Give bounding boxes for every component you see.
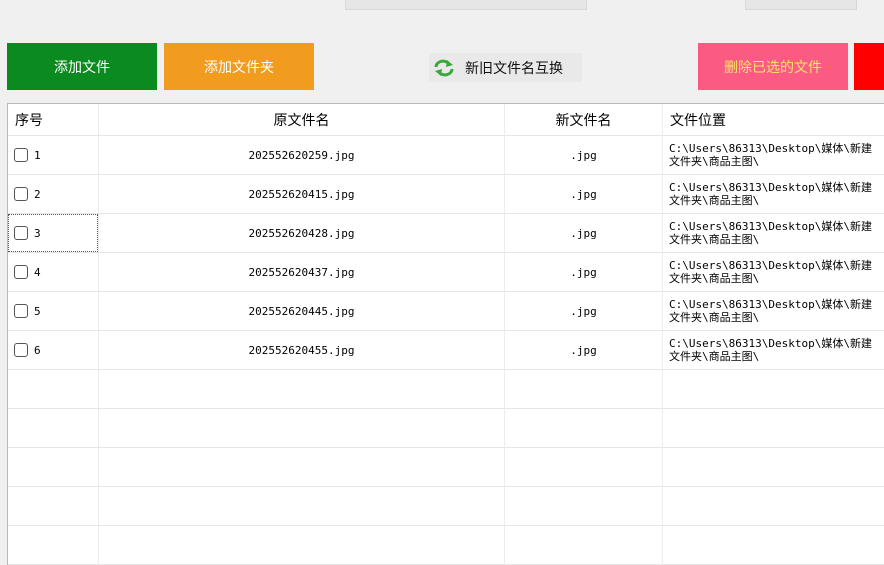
seq-cell[interactable]: 1 xyxy=(8,136,98,174)
original-name-cell: 202552620428.jpg xyxy=(98,214,504,252)
new-name-cell: .jpg xyxy=(504,214,662,252)
empty-cell xyxy=(98,487,504,525)
refresh-swap-icon xyxy=(434,59,454,76)
seq-cell[interactable]: 4 xyxy=(8,253,98,291)
empty-cell xyxy=(8,370,98,408)
seq-number: 1 xyxy=(34,148,41,162)
new-name-cell: .jpg xyxy=(504,331,662,369)
swap-names-label: 新旧文件名互换 xyxy=(465,60,563,77)
empty-cell xyxy=(504,409,662,447)
location-cell: C:\Users\86313\Desktop\媒体\新建文件夹\商品主图\ xyxy=(662,331,884,369)
table-row[interactable]: 1 202552620259.jpg .jpg C:\Users\86313\D… xyxy=(8,136,884,175)
empty-table-row xyxy=(8,448,884,487)
seq-number: 4 xyxy=(34,265,41,279)
column-header-location[interactable]: 文件位置 xyxy=(662,104,884,135)
row-checkbox[interactable] xyxy=(14,304,28,318)
app-window: 添加文件 添加文件夹 新旧文件名互换 删除已选的文件 序号 原文件名 新文件名 … xyxy=(0,0,884,565)
empty-cell xyxy=(504,526,662,564)
empty-table-row xyxy=(8,370,884,409)
empty-cell xyxy=(8,526,98,564)
empty-cell xyxy=(98,448,504,486)
seq-cell[interactable]: 6 xyxy=(8,331,98,369)
original-name-cell: 202552620455.jpg xyxy=(98,331,504,369)
swap-names-button[interactable]: 新旧文件名互换 xyxy=(429,53,582,82)
empty-cell xyxy=(8,448,98,486)
location-cell: C:\Users\86313\Desktop\媒体\新建文件夹\商品主图\ xyxy=(662,136,884,174)
delete-selected-button[interactable]: 删除已选的文件 xyxy=(698,43,848,90)
table-row[interactable]: 5 202552620445.jpg .jpg C:\Users\86313\D… xyxy=(8,292,884,331)
top-option-button[interactable] xyxy=(745,0,857,10)
empty-cell xyxy=(504,370,662,408)
empty-cell xyxy=(504,448,662,486)
clear-list-button[interactable] xyxy=(854,43,884,90)
top-option-label xyxy=(620,0,722,10)
seq-cell[interactable]: 2 xyxy=(8,175,98,213)
original-name-cell: 202552620437.jpg xyxy=(98,253,504,291)
row-checkbox[interactable] xyxy=(14,187,28,201)
empty-cell xyxy=(98,526,504,564)
location-text: C:\Users\86313\Desktop\媒体\新建文件夹\商品主图\ xyxy=(669,259,872,285)
location-cell: C:\Users\86313\Desktop\媒体\新建文件夹\商品主图\ xyxy=(662,175,884,213)
empty-cell xyxy=(662,370,884,408)
seq-cell[interactable]: 3 xyxy=(8,214,98,252)
location-text: C:\Users\86313\Desktop\媒体\新建文件夹\商品主图\ xyxy=(669,220,872,246)
empty-table-row xyxy=(8,409,884,448)
add-folder-button[interactable]: 添加文件夹 xyxy=(164,43,314,90)
table-row[interactable]: 2 202552620415.jpg .jpg C:\Users\86313\D… xyxy=(8,175,884,214)
column-header-seq[interactable]: 序号 xyxy=(8,104,98,135)
column-header-new-name[interactable]: 新文件名 xyxy=(504,104,662,135)
new-name-cell: .jpg xyxy=(504,253,662,291)
seq-number: 5 xyxy=(34,304,41,318)
empty-cell xyxy=(662,526,884,564)
add-file-button[interactable]: 添加文件 xyxy=(7,43,157,90)
location-cell: C:\Users\86313\Desktop\媒体\新建文件夹\商品主图\ xyxy=(662,253,884,291)
location-text: C:\Users\86313\Desktop\媒体\新建文件夹\商品主图\ xyxy=(669,337,872,363)
location-text: C:\Users\86313\Desktop\媒体\新建文件夹\商品主图\ xyxy=(669,298,872,324)
table-row[interactable]: 4 202552620437.jpg .jpg C:\Users\86313\D… xyxy=(8,253,884,292)
file-table[interactable]: 序号 原文件名 新文件名 文件位置 1 202552620259.jpg .jp… xyxy=(7,103,884,565)
empty-cell xyxy=(662,448,884,486)
empty-cell xyxy=(8,409,98,447)
empty-cell xyxy=(98,409,504,447)
location-text: C:\Users\86313\Desktop\媒体\新建文件夹\商品主图\ xyxy=(669,181,872,207)
empty-cell xyxy=(98,370,504,408)
empty-table-row xyxy=(8,487,884,526)
empty-cell xyxy=(8,487,98,525)
top-toolbar-cutoff xyxy=(0,0,884,12)
new-name-cell: .jpg xyxy=(504,292,662,330)
location-cell: C:\Users\86313\Desktop\媒体\新建文件夹\商品主图\ xyxy=(662,292,884,330)
empty-table-row xyxy=(8,526,884,565)
seq-cell[interactable]: 5 xyxy=(8,292,98,330)
table-row[interactable]: 3 202552620428.jpg .jpg C:\Users\86313\D… xyxy=(8,214,884,253)
row-checkbox[interactable] xyxy=(14,148,28,162)
seq-number: 3 xyxy=(34,226,41,240)
original-name-cell: 202552620415.jpg xyxy=(98,175,504,213)
new-name-cell: .jpg xyxy=(504,136,662,174)
table-header: 序号 原文件名 新文件名 文件位置 xyxy=(8,104,884,136)
location-cell: C:\Users\86313\Desktop\媒体\新建文件夹\商品主图\ xyxy=(662,214,884,252)
location-text: C:\Users\86313\Desktop\媒体\新建文件夹\商品主图\ xyxy=(669,142,872,168)
original-name-cell: 202552620445.jpg xyxy=(98,292,504,330)
empty-cell xyxy=(662,409,884,447)
row-checkbox[interactable] xyxy=(14,226,28,240)
seq-number: 6 xyxy=(34,343,41,357)
row-checkbox[interactable] xyxy=(14,265,28,279)
empty-cell xyxy=(662,487,884,525)
new-name-cell: .jpg xyxy=(504,175,662,213)
seq-number: 2 xyxy=(34,187,41,201)
column-header-original-name[interactable]: 原文件名 xyxy=(98,104,504,135)
row-checkbox[interactable] xyxy=(14,343,28,357)
original-name-cell: 202552620259.jpg xyxy=(98,136,504,174)
empty-cell xyxy=(504,487,662,525)
top-option-control[interactable] xyxy=(345,0,587,10)
table-row[interactable]: 6 202552620455.jpg .jpg C:\Users\86313\D… xyxy=(8,331,884,370)
